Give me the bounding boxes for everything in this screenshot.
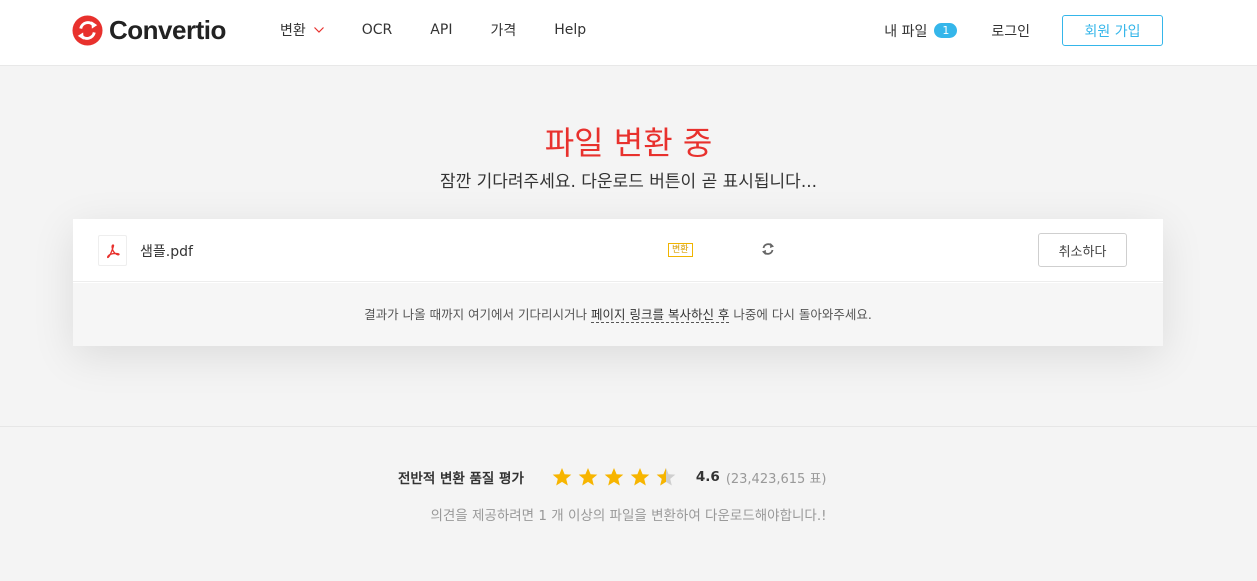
file-row: 샘플.pdf 변환 취소하다 — [73, 219, 1163, 282]
page-title: 파일 변환 중 — [544, 124, 713, 162]
my-files-count-badge: 1 — [934, 23, 958, 38]
logo[interactable]: Convertio — [72, 14, 226, 46]
page-subtitle: 잠깐 기다려주세요. 다운로드 버튼이 곧 표시됩니다... — [439, 172, 818, 192]
account-nav: 내 파일 1 로그인 회원 가입 — [884, 15, 1163, 46]
login-link[interactable]: 로그인 — [991, 21, 1030, 41]
nav-convert[interactable]: 변환 — [280, 20, 324, 40]
star-rating[interactable] — [552, 467, 682, 487]
rating-votes: (23,423,615 표) — [725, 471, 827, 487]
rating-label: 전반적 변환 품질 평가 — [398, 471, 524, 487]
nav-help[interactable]: Help — [554, 20, 586, 40]
feedback-note: 의견을 제공하려면 1 개 이상의 파일을 변환하여 다운로드해야합니다.! — [430, 508, 827, 524]
my-files-label: 내 파일 — [884, 23, 928, 40]
chevron-down-icon — [313, 27, 324, 33]
rating-row: 전반적 변환 품질 평가 4.6 (23,423,615 표) — [398, 466, 826, 488]
top-header: Convertio 변환 OCR API 가격 Help 내 파일 1 로그인 … — [0, 0, 1257, 66]
pdf-icon — [106, 243, 120, 258]
star-icon[interactable] — [604, 467, 624, 487]
copy-page-link[interactable]: 페이지 링크를 복사하신 후 — [591, 307, 730, 323]
nav-ocr[interactable]: OCR — [362, 20, 393, 40]
star-half-icon[interactable] — [656, 467, 676, 487]
info-row: 결과가 나올 때까지 여기에서 기다리시거나 페이지 링크를 복사하신 후 나중… — [73, 283, 1163, 346]
signup-button[interactable]: 회원 가입 — [1062, 15, 1163, 46]
star-icon[interactable] — [578, 467, 598, 487]
nav-pricing[interactable]: 가격 — [490, 20, 516, 40]
nav-api[interactable]: API — [430, 20, 452, 40]
conversion-card: 샘플.pdf 변환 취소하다 결과가 나올 때까지 여기에서 기다리시거나 페이… — [73, 219, 1163, 346]
convertio-logo-icon — [72, 14, 103, 46]
my-files-link[interactable]: 내 파일 1 — [884, 21, 958, 41]
main-nav: 변환 OCR API 가격 Help — [280, 20, 624, 40]
star-icon[interactable] — [630, 467, 650, 487]
star-icon[interactable] — [552, 467, 572, 487]
info-text-after: 나중에 다시 돌아와주세요. — [729, 307, 872, 322]
status-badge: 변환 — [668, 243, 693, 257]
refresh-icon — [762, 243, 774, 255]
info-text-before: 결과가 나올 때까지 여기에서 기다리시거나 — [364, 307, 592, 322]
rating-section: 전반적 변환 품질 평가 4.6 (23,423,615 표) 의견을 제공하려… — [0, 426, 1257, 581]
logo-text: Convertio — [109, 14, 226, 45]
cancel-button[interactable]: 취소하다 — [1038, 233, 1127, 267]
file-name: 샘플.pdf — [140, 244, 193, 260]
rating-score: 4.6 — [695, 469, 720, 485]
file-type-icon — [98, 235, 127, 266]
nav-convert-label: 변환 — [280, 23, 306, 39]
